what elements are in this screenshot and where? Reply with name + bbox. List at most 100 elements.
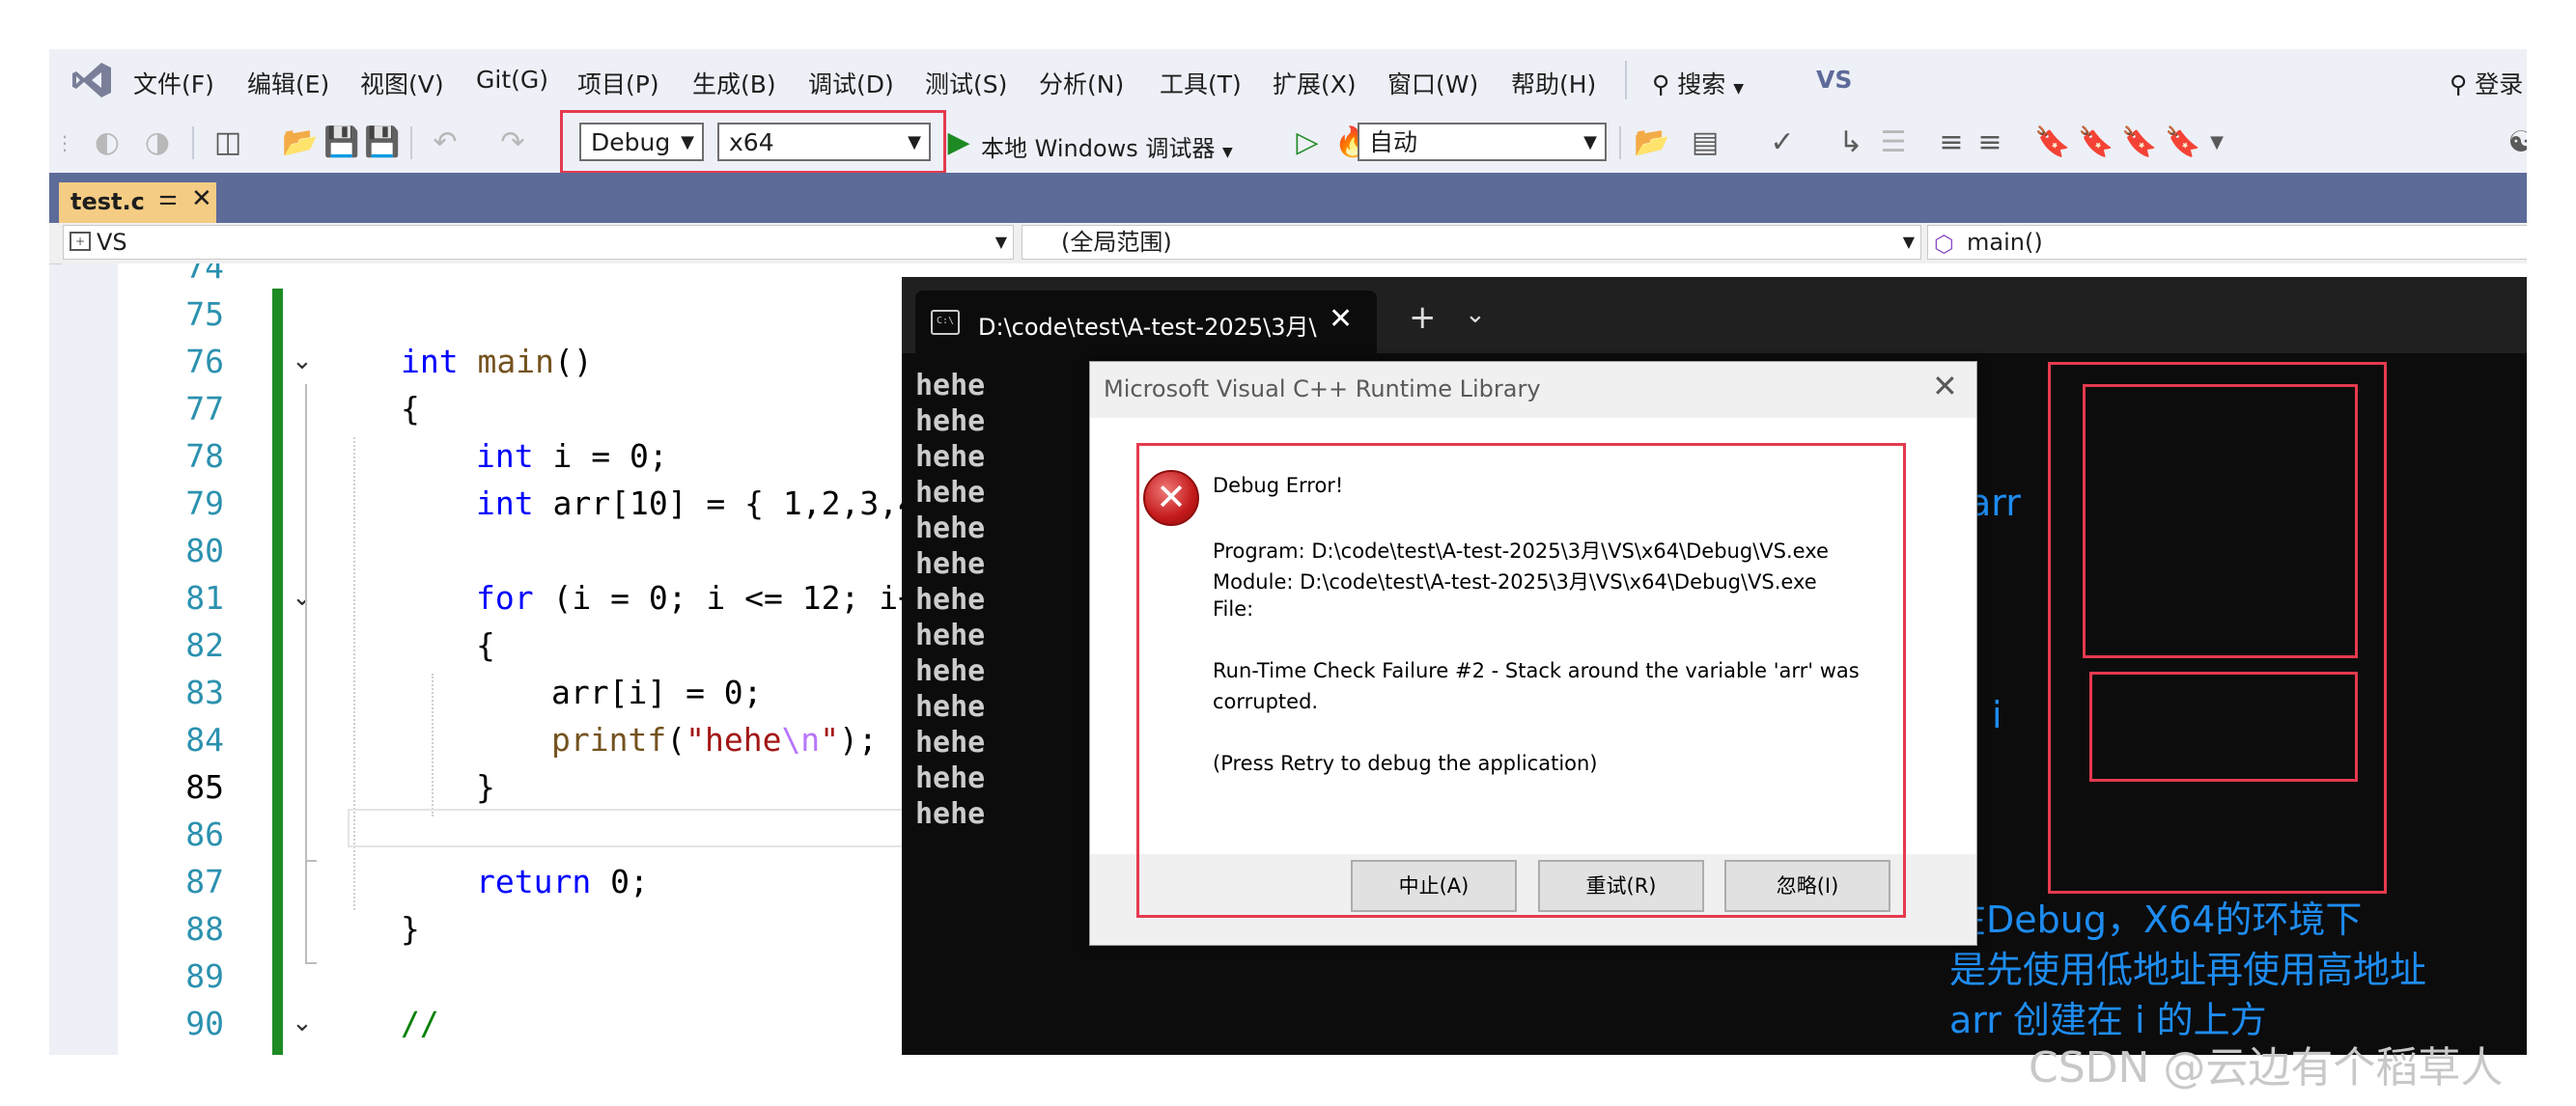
spell-check-icon[interactable]: ✓ [1763,124,1802,162]
login-button[interactable]: ⚲ 登录 [2450,66,2523,100]
code-token: 0; [591,863,649,900]
console-output-line: hehe [915,619,986,652]
console-output-line: hehe [915,440,986,474]
new-item-icon[interactable]: ◫ [209,124,247,162]
menu-edit[interactable]: 编辑(E) [247,66,329,100]
menu-test[interactable]: 测试(S) [925,66,1007,100]
outdent-icon[interactable]: ≡ [1971,124,2009,162]
note-line-1: 在Debug，X64的环境下 [1949,899,2363,941]
line-number: 88 [185,910,224,948]
code-line-87: return 0; [476,863,649,900]
outline-guide-end [305,962,317,964]
fold-chevron-icon[interactable]: ⌄ [292,1009,313,1037]
find-in-files-icon[interactable]: 📂 [1633,124,1671,162]
i-memory-block [2089,672,2358,782]
new-tab-icon[interactable]: + [1409,298,1437,337]
menu-help[interactable]: 帮助(H) [1511,66,1596,100]
bookmark-next-icon[interactable]: 🔖 [2120,124,2159,162]
menu-analyze[interactable]: 分析(N) [1039,66,1124,100]
toolbar-grip-icon: ⋮ [55,131,74,154]
tab-test-c[interactable]: test.c ⚌ ✕ [59,182,216,223]
undo-icon[interactable]: ↶ [426,124,464,162]
line-number: 79 [185,484,224,522]
run-target-button[interactable]: 本地 Windows 调试器 ▼ [981,129,1233,163]
outline-guide-end [305,860,317,862]
project-value: VS [97,229,127,256]
editor-margin [62,263,118,1055]
watermark: CSDN @云边有个稻草人 [2029,1043,2504,1092]
project-dropdown[interactable]: + VS ▼ [63,225,1014,260]
member-value: main() [1967,229,2043,256]
console-output-line: hehe [915,690,986,724]
save-all-icon[interactable]: 💾 [363,124,402,162]
start-without-debugging-icon[interactable]: ▷ [1288,124,1327,162]
console-output-line: hehe [915,761,986,795]
line-number: 86 [185,816,224,853]
fold-chevron-icon[interactable]: ⌄ [292,346,313,375]
menu-build[interactable]: 生成(B) [692,66,776,100]
chevron-down-icon[interactable]: ⌄ [1465,300,1486,329]
redo-icon[interactable]: ↷ [493,124,532,162]
run-target-label: 本地 Windows 调试器 [981,135,1216,162]
bookmark-clear-icon[interactable]: 🔖 [2164,124,2202,162]
line-number: 84 [185,721,224,759]
code-line-76: int main() [401,343,593,380]
comment-icon[interactable]: ☰ [1874,124,1913,162]
step-into-icon[interactable]: ↳ [1832,124,1870,162]
keyword: return [476,863,592,900]
scope-dropdown[interactable]: (全局范围) ▼ [1022,225,1921,260]
function-name: printf [551,721,667,759]
menu-extensions[interactable]: 扩展(X) [1273,66,1357,100]
code-token: () [553,343,593,380]
line-number-active: 85 [185,768,224,806]
terminal-tab-title: D:\code\test\A-test-2025\3月\ [978,314,1317,341]
line-number: 75 [185,295,224,333]
code-line-77: { [401,390,420,428]
save-icon[interactable]: 💾 [322,124,361,162]
window-layout-icon[interactable]: ▤ [1686,124,1724,162]
keyword: int [476,484,534,522]
start-debugging-icon[interactable]: ▶ [946,124,971,162]
open-folder-icon[interactable]: 📂 [281,124,320,162]
line-number: 90 [185,1005,224,1042]
menu-tools[interactable]: 工具(T) [1160,66,1242,100]
live-share-icon[interactable]: ☯ [2502,124,2527,162]
menu-view[interactable]: 视图(V) [360,66,444,100]
console-output-line: hehe [915,369,986,402]
search-button[interactable]: ⚲ 搜索 ▼ [1652,66,1744,100]
navigate-back-icon[interactable]: ◐ [88,124,126,162]
line-number: 89 [185,957,224,995]
escape-sequence: \n [781,721,821,759]
menu-project[interactable]: 项目(P) [577,66,659,100]
code-line-83: arr[i] = 0; [551,674,763,711]
menu-file[interactable]: 文件(F) [133,66,214,100]
auto-dropdown[interactable]: 自动 ▼ [1358,123,1607,161]
chevron-down-icon: ▼ [1733,81,1745,97]
code-token: (i = 0; i <= 12; i++) [533,579,956,617]
chevron-down-icon: ▼ [1583,132,1597,152]
close-icon[interactable]: ✕ [1932,368,1958,404]
close-icon[interactable]: ✕ [1329,302,1353,336]
bookmark-prev-icon[interactable]: 🔖 [2077,124,2115,162]
close-icon[interactable]: ✕ [191,184,212,213]
code-line-81: for (i = 0; i <= 12; i++) [476,579,956,617]
login-label: 登录 [2475,70,2524,98]
code-line-82: { [476,626,495,664]
toolbar-overflow-icon[interactable]: ▼ [2198,124,2236,162]
search-label: 搜索 [1677,70,1726,98]
current-line-highlight [348,809,985,847]
menu-git[interactable]: Git(G) [476,66,548,94]
menu-debug[interactable]: 调试(D) [808,66,894,100]
pin-icon[interactable]: ⚌ [158,186,178,210]
indent-icon[interactable]: ≡ [1932,124,1971,162]
code-line-90: // [401,1005,439,1042]
code-token: arr[10] = { 1,2,3,4,5 [533,484,956,522]
terminal-tab[interactable]: C:\ D:\code\test\A-test-2025\3月\ ✕ [915,290,1377,353]
navigate-forward-icon[interactable]: ◑ [138,124,177,162]
chevron-down-icon: ▼ [1902,233,1915,251]
menu-window[interactable]: 窗口(W) [1387,66,1478,100]
fold-chevron-icon[interactable]: ⌄ [292,583,313,612]
member-dropdown[interactable]: ⬡ main() [1927,225,2527,260]
line-number: 82 [185,626,224,664]
bookmark-icon[interactable]: 🔖 [2033,124,2072,162]
